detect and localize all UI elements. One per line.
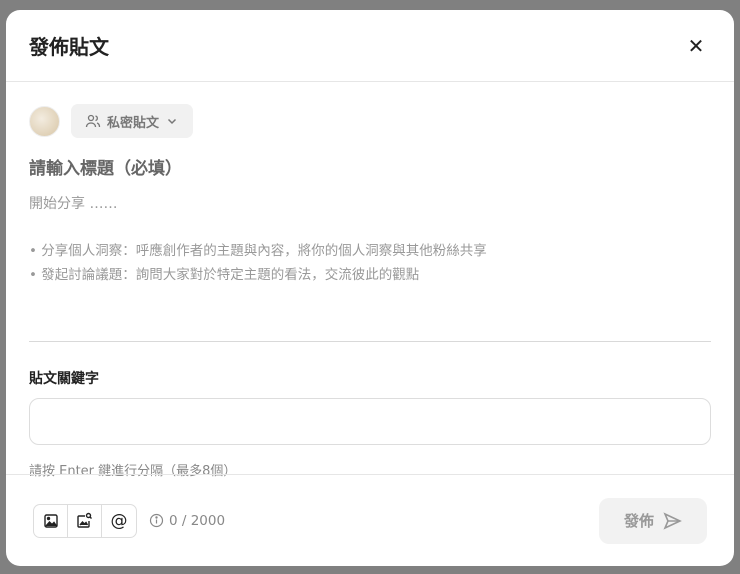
- dialog-header: 發佈貼文 ✕: [6, 10, 734, 82]
- avatar: [29, 105, 60, 137]
- hint-line: • 分享個人洞察：呼應創作者的主題與內容，將你的個人洞察與其他粉絲共享: [29, 243, 487, 259]
- image-icon: [43, 513, 58, 528]
- send-icon: [663, 511, 682, 530]
- chevron-down-icon: [167, 118, 177, 125]
- hint-line: • 發起討論議題：詢問大家對於特定主題的看法，交流彼此的觀點: [29, 267, 420, 283]
- toolbar: @: [33, 503, 137, 538]
- content-placeholder: 開始分享 ……: [29, 196, 118, 212]
- char-count: 0 / 2000: [169, 512, 226, 529]
- keywords-input[interactable]: [29, 398, 711, 445]
- image-search-icon: [77, 512, 92, 528]
- create-post-dialog: 發佈貼文 ✕ 私密貼文 請輸入標題（必填） 開始分享 …… • 分享個人洞察：呼…: [6, 10, 734, 566]
- at-icon: @: [110, 510, 128, 531]
- close-icon[interactable]: ✕: [681, 34, 711, 58]
- dialog-title: 發佈貼文: [29, 35, 109, 59]
- post-content-input[interactable]: 開始分享 …… • 分享個人洞察：呼應創作者的主題與內容，將你的個人洞察與其他粉…: [29, 193, 711, 287]
- divider: [29, 341, 711, 342]
- privacy-dropdown[interactable]: 私密貼文: [71, 104, 194, 138]
- dialog-footer: @ 0 / 2000 發佈: [6, 474, 734, 566]
- publish-button[interactable]: 發佈: [599, 497, 707, 544]
- search-image-button[interactable]: [68, 504, 102, 537]
- publish-label: 發佈: [623, 513, 654, 530]
- mention-button[interactable]: @: [102, 505, 136, 537]
- keywords-label: 貼文關鍵字: [29, 371, 99, 387]
- insert-image-button[interactable]: [34, 504, 68, 537]
- char-counter: 0 / 2000: [149, 513, 225, 529]
- users-icon: [85, 114, 101, 128]
- privacy-label: 私密貼文: [107, 115, 160, 131]
- post-title-input[interactable]: 請輸入標題（必填）: [29, 154, 711, 179]
- info-icon: [149, 513, 164, 528]
